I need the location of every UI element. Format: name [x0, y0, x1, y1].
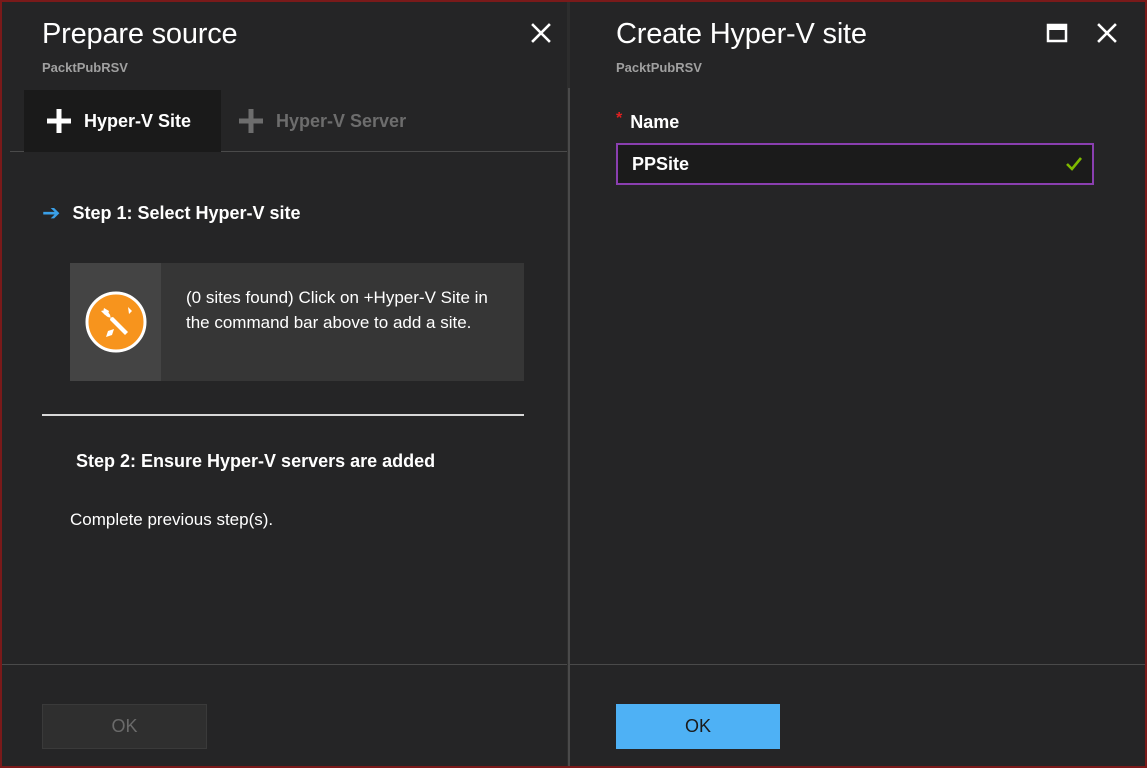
command-label: Hyper-V Server	[276, 110, 407, 131]
blade-subtitle: PacktPubRSV	[42, 60, 128, 75]
blade-subtitle: PacktPubRSV	[616, 60, 702, 75]
arrow-right-icon: ➔	[42, 200, 61, 225]
step1-label: Step 1: Select Hyper-V site	[72, 202, 301, 223]
step2-heading: Step 2: Ensure Hyper-V servers are added	[76, 451, 436, 471]
name-field-container	[616, 143, 1094, 185]
ok-button-disabled[interactable]: OK	[42, 704, 207, 749]
blade-title: Prepare source	[42, 18, 238, 50]
ok-button[interactable]: OK	[616, 704, 780, 749]
checkmark-icon	[1066, 157, 1083, 171]
command-label: Hyper-V Site	[84, 110, 192, 131]
name-label-text: Name	[630, 112, 680, 132]
footer-divider	[570, 664, 1145, 665]
no-sites-info-card[interactable]: (0 sites found) Click on +Hyper-V Site i…	[70, 263, 524, 381]
name-field-label: * Name	[616, 110, 680, 133]
required-marker: *	[616, 110, 623, 127]
add-hyperv-site-button[interactable]: Hyper-V Site	[24, 90, 221, 152]
step-divider	[42, 414, 524, 416]
info-icon-box	[70, 263, 161, 381]
step1-heading: ➔ Step 1: Select Hyper-V site	[42, 202, 301, 224]
plus-icon	[47, 109, 71, 133]
prepare-source-blade: Prepare source PacktPubRSV Hyper-V Site …	[2, 2, 567, 766]
add-hyperv-server-button[interactable]: Hyper-V Server	[236, 90, 436, 152]
close-icon[interactable]	[1094, 20, 1120, 46]
close-icon[interactable]	[528, 20, 554, 46]
site-name-input[interactable]	[618, 145, 1092, 183]
plus-icon	[239, 109, 263, 133]
command-bar: Hyper-V Site Hyper-V Server	[10, 90, 567, 152]
footer-divider	[2, 664, 567, 665]
create-hyperv-site-blade: Create Hyper-V site PacktPubRSV * Name O…	[570, 2, 1145, 766]
info-text: (0 sites found) Click on +Hyper-V Site i…	[186, 288, 488, 332]
tools-icon	[85, 291, 146, 353]
step2-description: Complete previous step(s).	[70, 510, 274, 529]
maximize-icon[interactable]	[1044, 20, 1070, 46]
blade-title: Create Hyper-V site	[616, 18, 867, 50]
